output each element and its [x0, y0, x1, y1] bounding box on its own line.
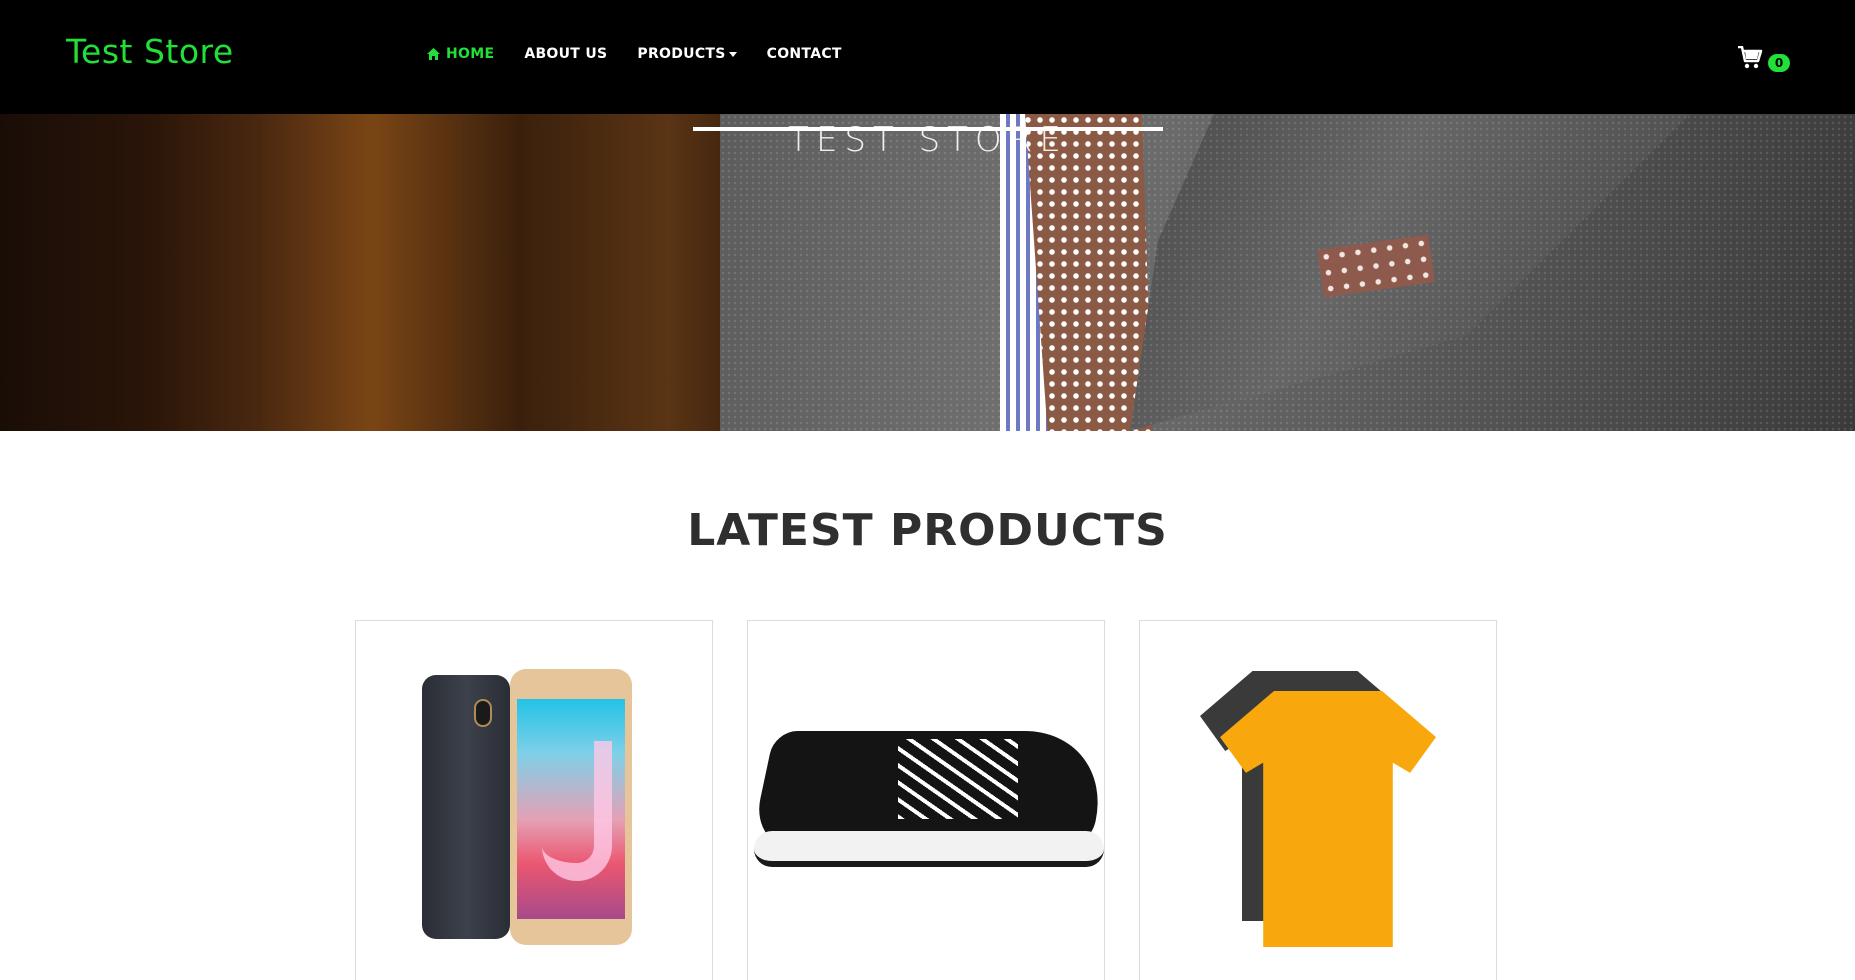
- nav-item-label: ABOUT US: [524, 46, 608, 62]
- caret-down-icon: [728, 51, 737, 57]
- product-card[interactable]: [747, 620, 1115, 980]
- hero-title: TEST STORE: [788, 120, 1068, 160]
- nav-item-products[interactable]: PRODUCTS: [637, 46, 737, 62]
- phone-logo-shape: [542, 741, 612, 881]
- product-card[interactable]: [1139, 620, 1497, 980]
- nav-item-contact[interactable]: CONTACT: [767, 46, 842, 62]
- nav-item-about-us[interactable]: ABOUT US: [524, 46, 607, 62]
- cart-button[interactable]: 0: [1738, 44, 1794, 74]
- phone-camera-shape: [474, 699, 492, 727]
- latest-products-heading: LATEST PRODUCTS: [687, 505, 1168, 556]
- phone-back-shape: [422, 675, 510, 939]
- nav-item-label: CONTACT: [766, 46, 842, 62]
- shopping-cart-icon: [1738, 46, 1763, 69]
- home-icon: [427, 48, 440, 60]
- hero-banner: [0, 114, 1855, 431]
- main-nav: HOME ABOUT US PRODUCTS CONTACT: [427, 46, 872, 62]
- product-card[interactable]: [355, 620, 713, 980]
- navbar: Test Store HOME ABOUT US PRODUCTS CONTAC…: [0, 0, 1855, 114]
- nav-item-label: PRODUCTS: [637, 46, 726, 62]
- shoe-laces-shape: [898, 739, 1018, 819]
- brand-logo[interactable]: Test Store: [66, 32, 234, 71]
- cart-count-badge: 0: [1768, 54, 1790, 72]
- nav-item-home[interactable]: HOME: [427, 46, 494, 62]
- nav-item-label: HOME: [446, 46, 495, 62]
- shoe-sole-shape: [754, 831, 1104, 867]
